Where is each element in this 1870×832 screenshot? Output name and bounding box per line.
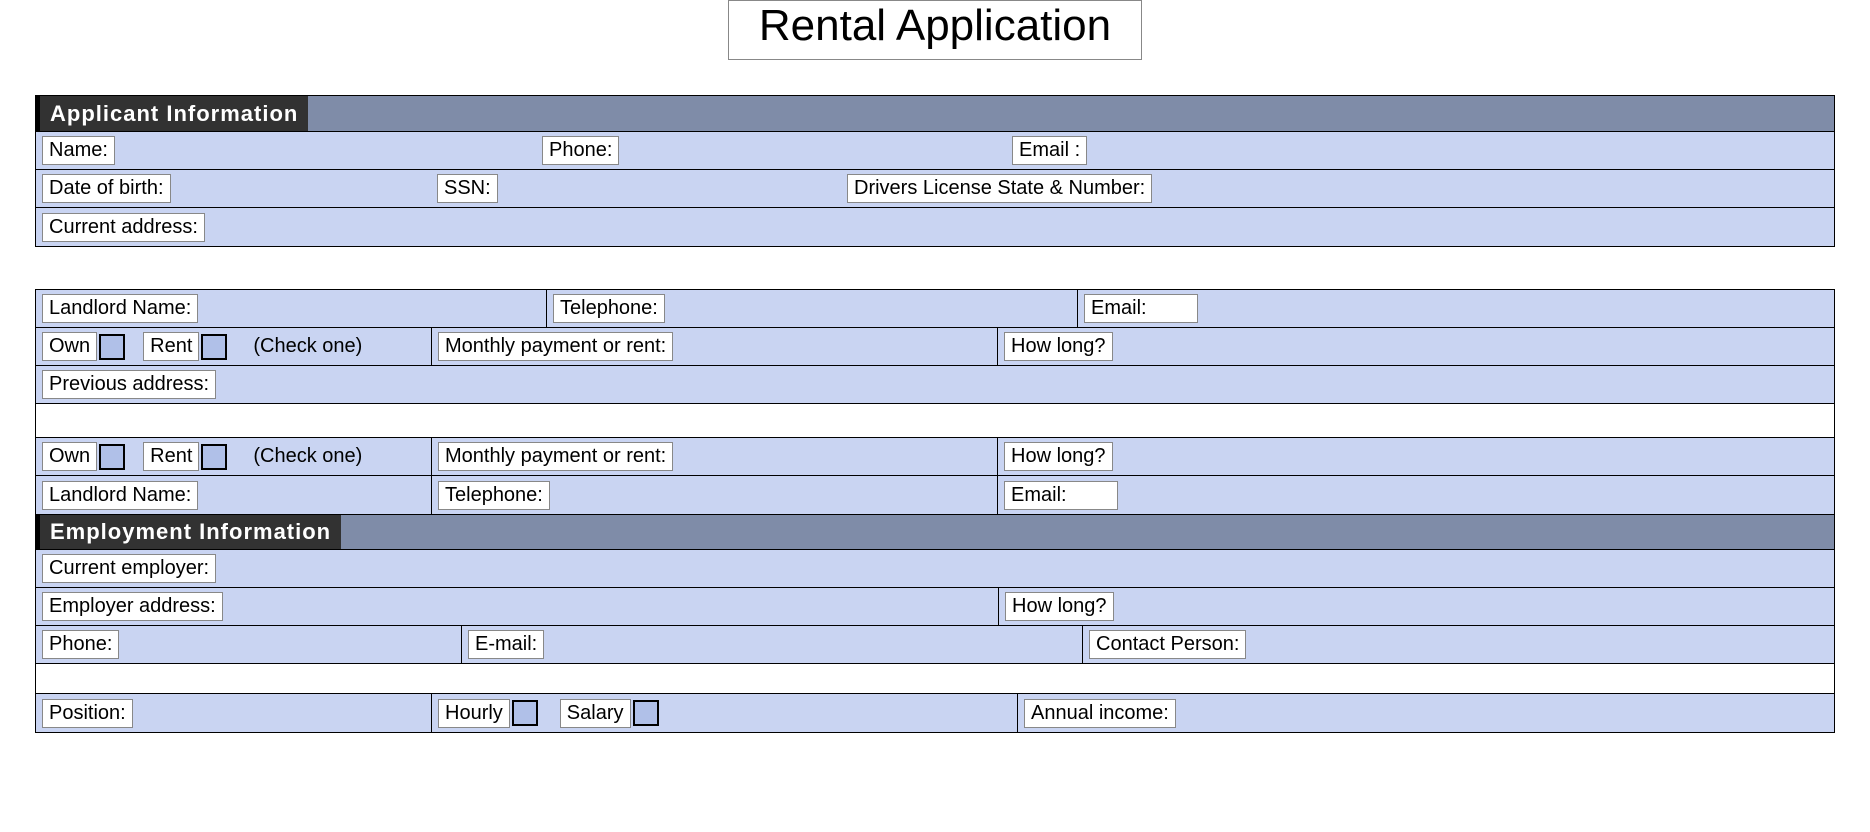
phone-label: Phone: [542,136,619,165]
previous-address-label: Previous address: [42,370,216,399]
ssn-label: SSN: [437,174,498,203]
rent-label-2: Rent [143,442,199,471]
check-one-1: (Check one) [253,335,362,358]
current-address-label: Current address: [42,213,205,242]
own-rent-row-1: Own Rent (Check one) Monthly payment or … [36,328,1834,366]
howlong-label-2: How long? [1004,442,1113,471]
name-label: Name: [42,136,115,165]
own-label-1: Own [42,332,97,361]
applicant-header-label: Applicant Information [36,96,308,131]
landlord-telephone-label-2: Telephone: [438,481,550,510]
hourly-label: Hourly [438,699,510,728]
applicant-row-2: Date of birth: SSN: Drivers License Stat… [36,170,1834,208]
employer-address-label: Employer address: [42,592,223,621]
hourly-checkbox[interactable] [512,700,538,726]
landlord-name-label-2: Landlord Name: [42,481,198,510]
spacer-row-2 [36,664,1834,694]
own-label-2: Own [42,442,97,471]
rent-label-1: Rent [143,332,199,361]
monthly-label-1: Monthly payment or rent: [438,332,673,361]
landlord-email-label-2: Email: [1004,481,1118,510]
contact-person-label: Contact Person: [1089,630,1246,659]
position-row: Position: Hourly Salary Annual income: [36,694,1834,732]
current-employer-row: Current employer: [36,550,1834,588]
previous-address-row: Previous address: [36,366,1834,404]
position-label: Position: [42,699,133,728]
landlord-telephone-label: Telephone: [553,294,665,323]
monthly-label-2: Monthly payment or rent: [438,442,673,471]
spacer-row [36,404,1834,438]
email-label: Email : [1012,136,1087,165]
landlord-name-label: Landlord Name: [42,294,198,323]
residence-section: Landlord Name: Telephone: Email: Own Ren… [35,289,1835,733]
rent-checkbox-1[interactable] [201,334,227,360]
page-title: Rental Application [728,0,1142,60]
applicant-row-3: Current address: [36,208,1834,246]
own-checkbox-2[interactable] [99,444,125,470]
annual-income-label: Annual income: [1024,699,1176,728]
dl-label: Drivers License State & Number: [847,174,1152,203]
own-checkbox-1[interactable] [99,334,125,360]
applicant-section: Applicant Information Name: Phone: Email… [35,95,1835,247]
salary-label: Salary [560,699,631,728]
landlord-row-1: Landlord Name: Telephone: Email: [36,290,1834,328]
emp-howlong-label: How long? [1005,592,1114,621]
applicant-header: Applicant Information [36,96,1834,132]
emp-phone-row: Phone: E-mail: Contact Person: [36,626,1834,664]
own-rent-row-2: Own Rent (Check one) Monthly payment or … [36,438,1834,476]
dob-label: Date of birth: [42,174,171,203]
landlord-email-label: Email: [1084,294,1198,323]
emp-email-label: E-mail: [468,630,544,659]
rent-checkbox-2[interactable] [201,444,227,470]
applicant-row-1: Name: Phone: Email : [36,132,1834,170]
salary-checkbox[interactable] [633,700,659,726]
employment-header-label: Employment Information [36,515,341,549]
employment-header: Employment Information [36,514,1834,550]
landlord-row-2: Landlord Name: Telephone: Email: [36,476,1834,514]
employer-address-row: Employer address: How long? [36,588,1834,626]
check-one-2: (Check one) [253,445,362,468]
howlong-label-1: How long? [1004,332,1113,361]
current-employer-label: Current employer: [42,554,216,583]
emp-phone-label: Phone: [42,630,119,659]
